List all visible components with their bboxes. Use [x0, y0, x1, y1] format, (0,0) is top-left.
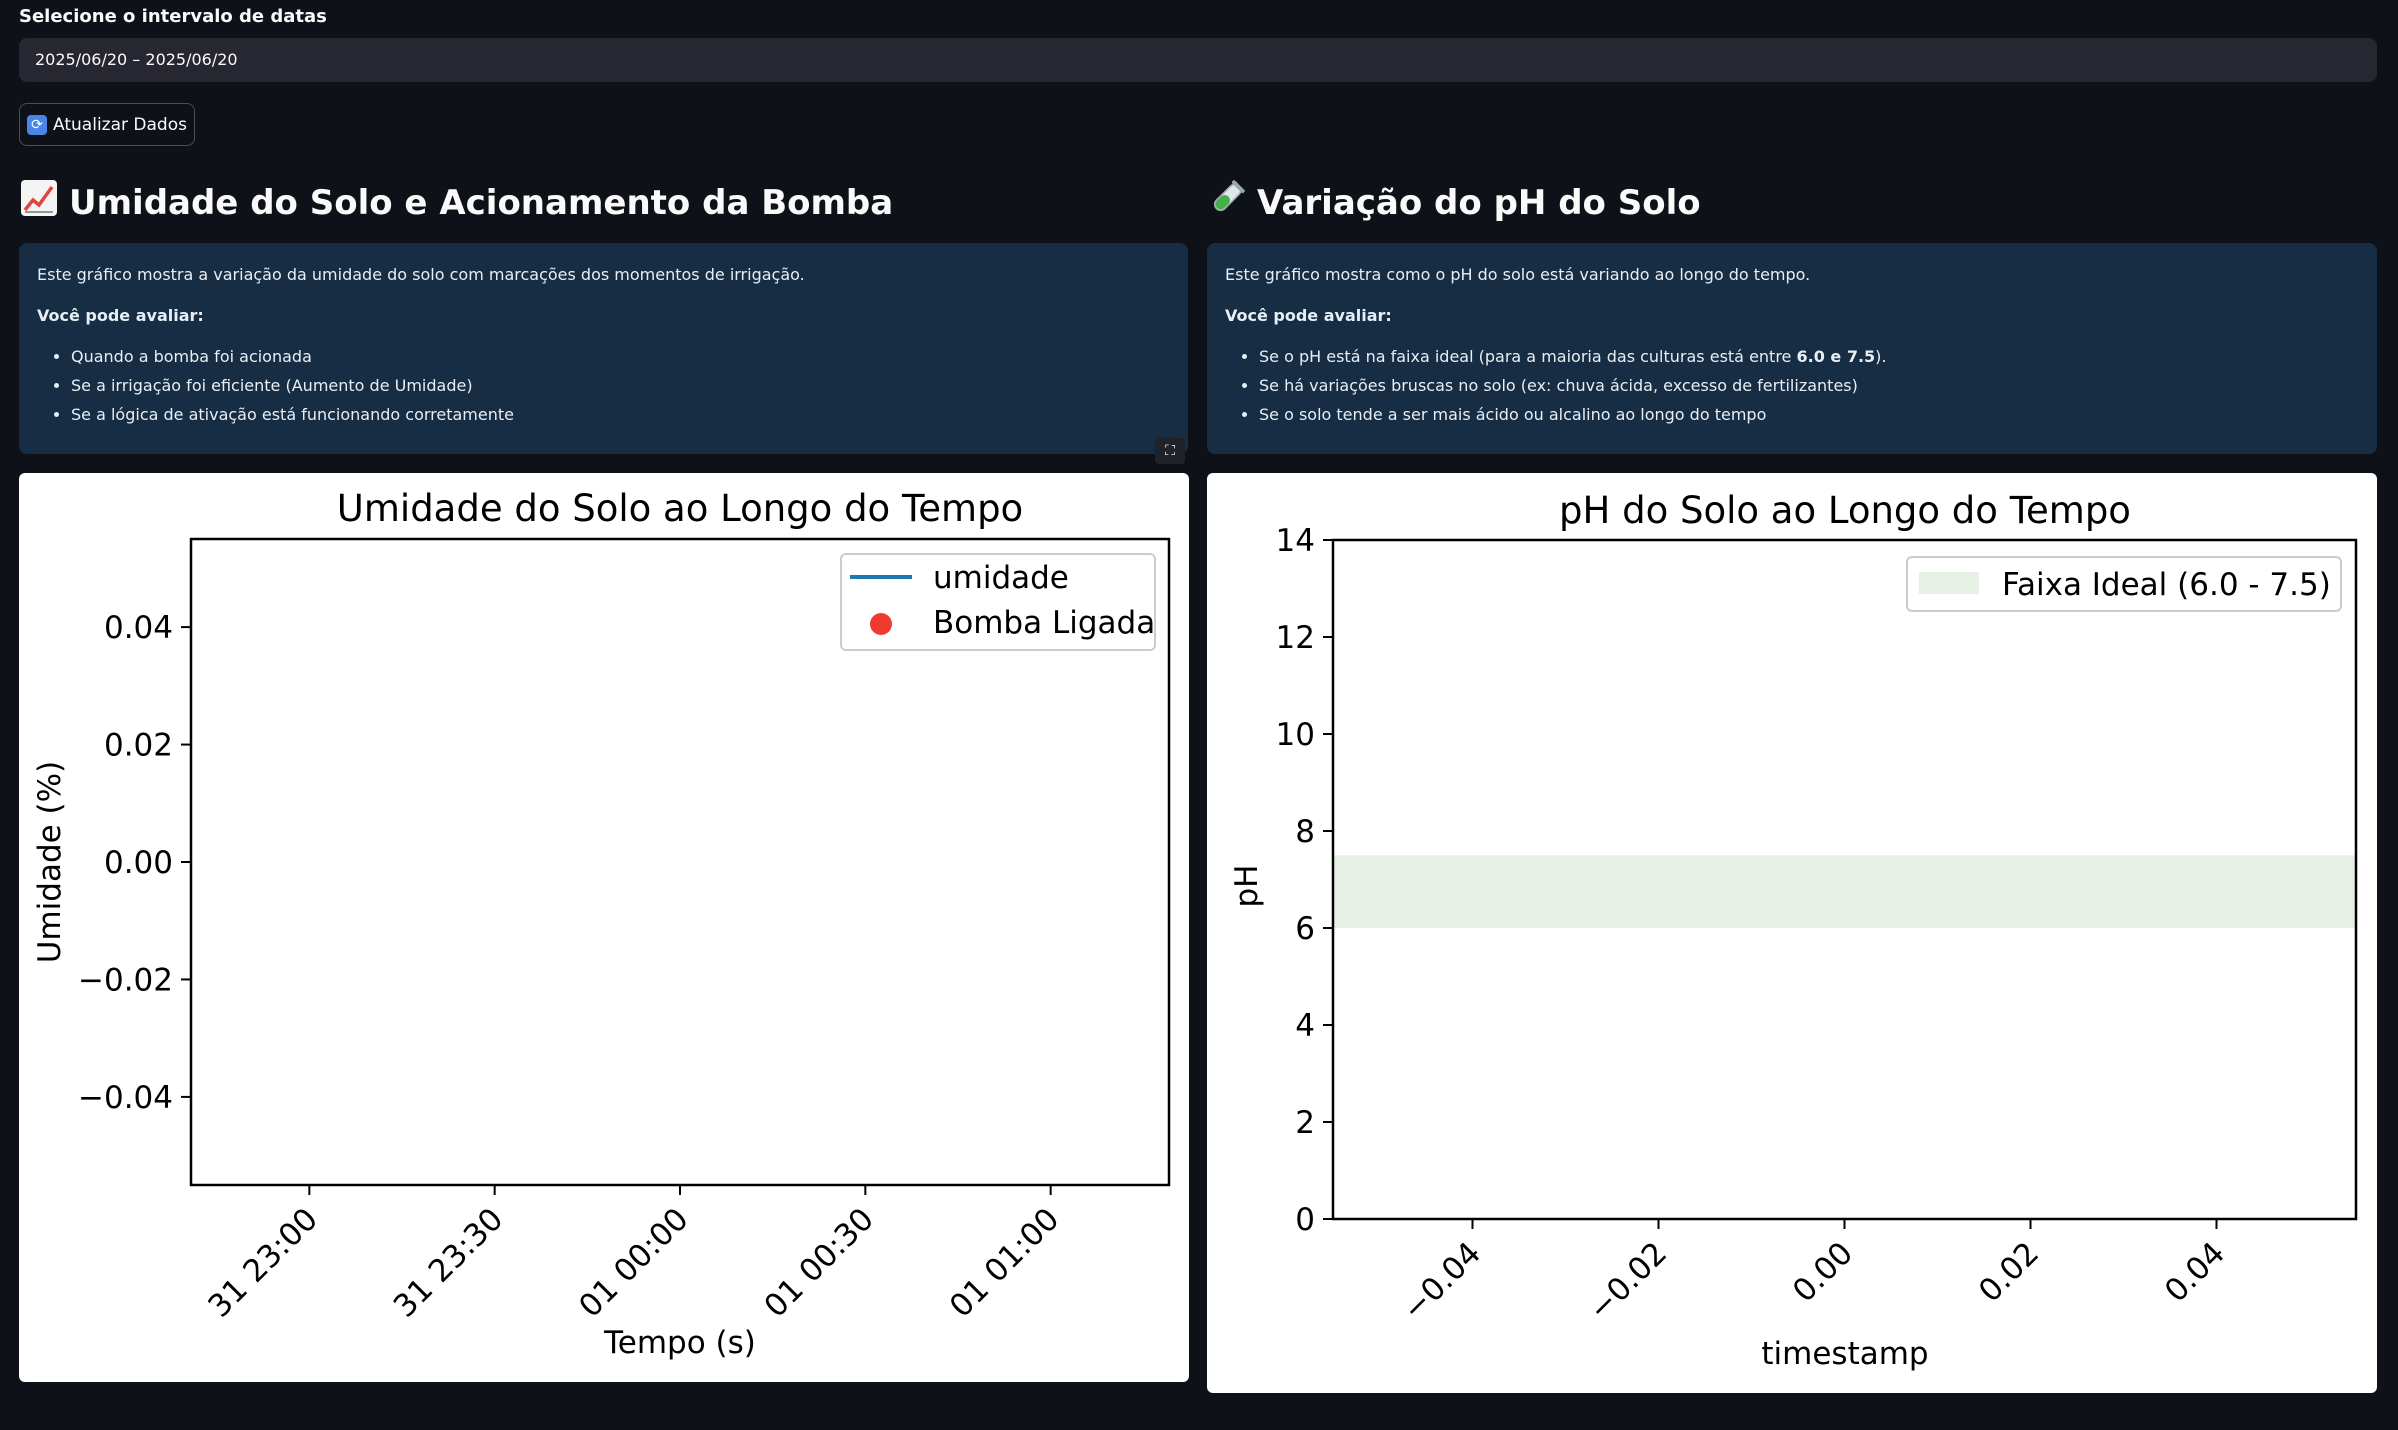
test-tube-icon [1207, 178, 1247, 227]
y-tick-label: −0.04 [78, 1080, 173, 1116]
legend-band-swatch [1919, 572, 1979, 594]
y-tick-label: 12 [1276, 620, 1315, 656]
legend-item: umidade [933, 560, 1069, 596]
refresh-icon: ⟳ [27, 114, 48, 135]
ph-section-title: Variação do pH do Solo [1207, 178, 1701, 227]
ph-info-evaluate: Você pode avaliar: [1225, 306, 1392, 325]
y-tick-label: 10 [1276, 717, 1315, 753]
x-tick-label: −0.04 [1396, 1235, 1489, 1328]
y-tick-label: 0.02 [104, 728, 173, 764]
y-tick-label: 0 [1295, 1202, 1315, 1238]
chart-increasing-icon [19, 178, 59, 227]
legend-item: Bomba Ligada [933, 605, 1155, 641]
ideal-ph-band [1333, 855, 2356, 928]
refresh-button-label: Atualizar Dados [53, 114, 187, 135]
date-range-label: Selecione o intervalo de datas [19, 6, 327, 27]
fullscreen-expand-icon[interactable]: ⛶ [1155, 438, 1185, 464]
list-item: Se o solo tende a ser mais ácido ou alca… [1259, 405, 2359, 424]
humidity-info-box: Este gráfico mostra a variação da umidad… [19, 243, 1188, 454]
y-tick-label: 0.04 [104, 610, 173, 646]
x-tick-label: 01 00:30 [757, 1201, 880, 1324]
x-tick-label: 31 23:30 [387, 1201, 510, 1324]
ph-info-box: Este gráfico mostra como o pH do solo es… [1207, 243, 2377, 454]
humidity-chart: Umidade do Solo ao Longo do Tempo 0.04 0.… [32, 487, 1171, 1361]
x-tick-label: 01 00:00 [572, 1201, 695, 1324]
y-tick-label: 2 [1295, 1105, 1315, 1141]
x-tick-label: 0.02 [1972, 1235, 2046, 1309]
y-tick-label: −0.02 [78, 962, 173, 998]
ph-section-title-text: Variação do pH do Solo [1257, 182, 1701, 223]
humidity-section-title-text: Umidade do Solo e Acionamento da Bomba [69, 182, 894, 223]
list-item: Se há variações bruscas no solo (ex: chu… [1259, 376, 2359, 395]
x-axis-label: timestamp [1761, 1336, 1928, 1372]
chart-title: Umidade do Solo ao Longo do Tempo [337, 487, 1023, 530]
y-tick-label: 4 [1295, 1008, 1315, 1044]
y-axis-label: pH [1229, 865, 1265, 908]
humidity-chart-card: Umidade do Solo ao Longo do Tempo 0.04 0.… [19, 473, 1189, 1382]
humidity-info-evaluate: Você pode avaliar: [37, 306, 204, 325]
ph-info-list: Se o pH está na faixa ideal (para a maio… [1225, 347, 2359, 424]
legend-marker-swatch [870, 613, 892, 635]
refresh-data-button[interactable]: ⟳ Atualizar Dados [19, 103, 195, 146]
chart-legend: umidade Bomba Ligada [840, 553, 1156, 651]
y-tick-label: 14 [1276, 523, 1315, 559]
list-item: Se o pH está na faixa ideal (para a maio… [1259, 347, 2359, 366]
x-tick-label: 0.00 [1786, 1235, 1860, 1309]
ph-info-intro: Este gráfico mostra como o pH do solo es… [1225, 265, 1811, 284]
ph-chart: pH do Solo ao Longo do Tempo 14 12 10 8 6 4 2 0… [1229, 489, 2358, 1372]
x-tick-label: 31 23:00 [202, 1201, 325, 1324]
y-tick-label: 0.00 [104, 845, 173, 881]
y-axis-label: Umidade (%) [32, 761, 68, 963]
y-tick-label: 8 [1295, 814, 1315, 850]
y-tick-label: 6 [1295, 911, 1315, 947]
chart-legend: Faixa Ideal (6.0 - 7.5) [1906, 556, 2342, 612]
list-item: Se a irrigação foi eficiente (Aumento de… [71, 376, 1170, 395]
ph-chart-card: pH do Solo ao Longo do Tempo 14 12 10 8 6 4 2 0… [1207, 473, 2377, 1393]
x-tick-label: −0.02 [1582, 1235, 1675, 1328]
x-axis-label: Tempo (s) [603, 1325, 756, 1361]
legend-item: Faixa Ideal (6.0 - 7.5) [2002, 567, 2331, 603]
list-item: Se a lógica de ativação está funcionando… [71, 405, 1170, 424]
x-tick-label: 01 01:00 [943, 1201, 1066, 1324]
humidity-info-intro: Este gráfico mostra a variação da umidad… [37, 265, 805, 284]
x-tick-label: 0.04 [2158, 1235, 2232, 1309]
chart-title: pH do Solo ao Longo do Tempo [1559, 489, 2131, 532]
list-item: Quando a bomba foi acionada [71, 347, 1170, 366]
humidity-section-title: Umidade do Solo e Acionamento da Bomba [19, 178, 893, 227]
humidity-info-list: Quando a bomba foi acionada Se a irrigaç… [37, 347, 1170, 424]
date-range-input[interactable]: 2025/06/20 – 2025/06/20 [19, 38, 2377, 82]
